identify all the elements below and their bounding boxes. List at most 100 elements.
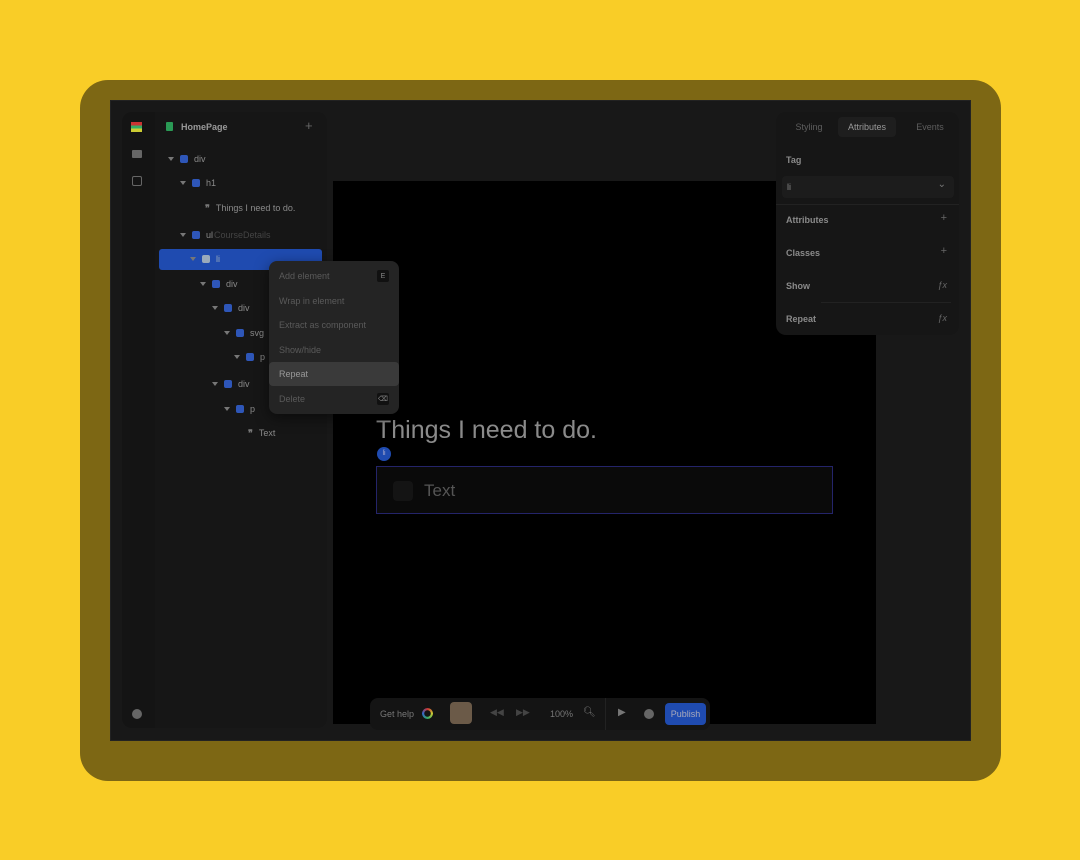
- add-attribute-button[interactable]: +: [941, 212, 947, 224]
- tree-row[interactable]: div: [212, 373, 250, 395]
- checkbox-icon[interactable]: [393, 481, 413, 501]
- text-node-icon: ❞: [248, 427, 253, 438]
- tree-row-label: div: [226, 279, 238, 289]
- tab-events[interactable]: Events: [901, 117, 959, 137]
- tree-row-label: Text: [258, 428, 276, 438]
- repeat-formula-button[interactable]: ƒx: [937, 313, 947, 323]
- ul-element-icon: [192, 231, 200, 239]
- tree-row-label: p: [250, 404, 256, 414]
- tree-row-label: div: [194, 154, 206, 164]
- tree-row-label: p: [260, 352, 266, 362]
- context-menu-item[interactable]: Show/hide: [269, 338, 399, 362]
- expand-caret-icon[interactable]: [212, 306, 218, 310]
- tree-row[interactable]: p: [224, 398, 255, 420]
- menu-item-label: Delete: [279, 393, 306, 404]
- menu-item-label: Repeat: [279, 369, 309, 379]
- bottom-toolbar: Get help ◀◀ ▶▶ 100% 🔍︎ ▶ Publish: [370, 698, 710, 730]
- tree-row-label: Things I need to do.: [215, 203, 296, 213]
- package-icon[interactable]: [132, 176, 142, 186]
- expand-caret-icon[interactable]: [168, 157, 174, 161]
- menu-item-label: Show/hide: [279, 344, 322, 355]
- tree-row[interactable]: div: [212, 297, 250, 319]
- expand-caret-icon[interactable]: [224, 407, 230, 411]
- tab-attributes[interactable]: Attributes: [838, 117, 896, 137]
- zoom-icon[interactable]: 🔍︎: [583, 707, 596, 718]
- tree-row[interactable]: ❞ Text: [248, 422, 275, 444]
- attributes-label: Attributes: [786, 215, 829, 225]
- add-class-button[interactable]: +: [941, 245, 947, 257]
- add-page-button[interactable]: +: [305, 118, 313, 133]
- folder-icon[interactable]: [132, 150, 142, 158]
- show-formula-button[interactable]: ƒx: [937, 280, 947, 290]
- help-circle-icon[interactable]: [132, 709, 142, 719]
- path-element-icon: [246, 353, 254, 361]
- tab-styling[interactable]: Styling: [780, 117, 838, 137]
- help-ring-icon: [422, 708, 433, 719]
- properties-panel: Styling Attributes Events Tag li ⌄ Attribu…: [776, 112, 959, 335]
- context-menu-item[interactable]: Wrap in element: [269, 289, 399, 313]
- expand-caret-icon[interactable]: [224, 331, 230, 335]
- zoom-level[interactable]: 100%: [550, 709, 573, 719]
- element-badge: li: [377, 447, 391, 461]
- context-menu-item[interactable]: Delete ⌫: [269, 387, 399, 411]
- div-element-icon: [180, 155, 188, 163]
- div-element-icon: [212, 280, 220, 288]
- div-element-icon: [224, 304, 232, 312]
- canvas-heading[interactable]: Things I need to do.: [376, 416, 597, 445]
- h1-element-icon: [192, 179, 200, 187]
- tree-row[interactable]: ❞ Things I need to do.: [205, 197, 295, 219]
- undo-button[interactable]: ◀◀: [490, 707, 504, 718]
- tree-row[interactable]: p: [234, 346, 265, 368]
- svg-element-icon: [236, 329, 244, 337]
- text-node-icon: ❞: [205, 202, 210, 213]
- page-name: HomePage: [181, 122, 228, 132]
- tree-row-label: li: [216, 254, 220, 264]
- tag-select[interactable]: li ⌄: [782, 176, 954, 198]
- tree-row[interactable]: li: [190, 248, 220, 270]
- tree-row[interactable]: div: [168, 148, 206, 170]
- tree-row-label: ul: [206, 230, 214, 240]
- menu-item-label: Add element: [279, 271, 330, 281]
- tag-label: Tag: [786, 155, 802, 165]
- context-menu-item[interactable]: Repeat: [269, 362, 399, 386]
- tree-row[interactable]: div: [200, 273, 238, 295]
- chevron-down-icon: ⌄: [937, 179, 946, 190]
- divider: [776, 204, 959, 205]
- expand-caret-icon[interactable]: [212, 382, 218, 386]
- left-rail: [122, 112, 156, 728]
- shortcut-key: ⌫: [377, 392, 389, 405]
- redo-button[interactable]: ▶▶: [516, 707, 530, 718]
- shortcut-key: E: [377, 270, 389, 282]
- logo-icon: [131, 122, 142, 132]
- tree-row[interactable]: h1: [180, 172, 216, 194]
- list-item[interactable]: Text: [376, 466, 833, 514]
- avatar[interactable]: [450, 702, 472, 724]
- tag-value: li: [787, 182, 791, 192]
- settings-icon[interactable]: [644, 709, 654, 719]
- menu-item-label: Extract as component: [279, 320, 367, 330]
- tree-row-label: h1: [206, 178, 217, 188]
- expand-caret-icon[interactable]: [180, 233, 186, 237]
- expand-caret-icon[interactable]: [190, 257, 196, 261]
- divider: [821, 302, 951, 303]
- context-menu-item[interactable]: Add element E: [269, 264, 399, 288]
- tree-row-label: svg: [250, 328, 265, 338]
- play-icon[interactable]: ▶: [618, 707, 626, 718]
- classes-label: Classes: [786, 248, 821, 258]
- tree-row[interactable]: ul CourseDetails: [180, 224, 271, 246]
- context-menu-item[interactable]: Extract as component: [269, 313, 399, 337]
- expand-caret-icon[interactable]: [234, 355, 240, 359]
- div-element-icon: [224, 380, 232, 388]
- publish-button[interactable]: Publish: [665, 703, 706, 725]
- tree-row[interactable]: svg: [224, 322, 264, 344]
- page-icon: [166, 122, 173, 131]
- expand-caret-icon[interactable]: [180, 181, 186, 185]
- context-menu: Add element E Wrap in element Extract as co…: [269, 261, 399, 414]
- tree-row-label: div: [238, 303, 250, 313]
- get-help-button[interactable]: Get help: [380, 709, 414, 719]
- expand-caret-icon[interactable]: [200, 282, 206, 286]
- repeat-label: Repeat: [786, 314, 817, 324]
- li-element-icon: [202, 255, 210, 263]
- divider: [605, 698, 606, 730]
- show-label: Show: [786, 281, 810, 291]
